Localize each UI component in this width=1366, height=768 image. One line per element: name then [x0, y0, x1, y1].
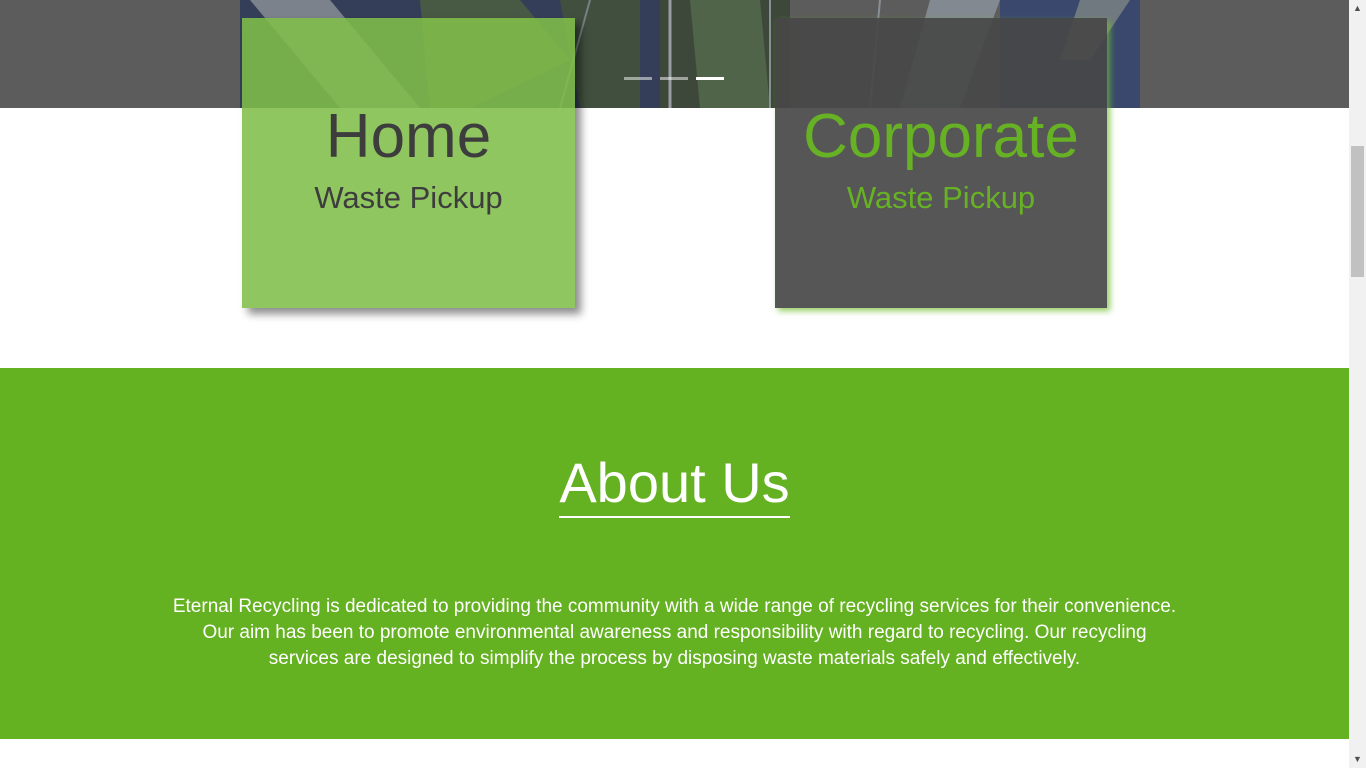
about-description: Eternal Recycling is dedicated to provid… [172, 596, 1177, 670]
card-title: Corporate [803, 102, 1079, 171]
slide-indicator-1[interactable] [624, 77, 652, 80]
triangle-down-icon[interactable]: ▼ [1349, 751, 1366, 768]
page: Home Waste Pickup Corporate Waste Pickup… [0, 0, 1349, 768]
slider-indicators [624, 77, 724, 80]
triangle-up-icon[interactable]: ▲ [1349, 0, 1366, 17]
card-subtitle: Waste Pickup [846, 180, 1036, 215]
slide-indicator-3[interactable] [696, 77, 724, 80]
hero-overlay [0, 0, 1349, 108]
about-heading: About Us [559, 452, 790, 518]
card-subtitle: Waste Pickup [314, 180, 503, 215]
home-waste-pickup-card[interactable]: Home Waste Pickup [242, 18, 575, 308]
vertical-scrollbar[interactable]: ▲ ▼ [1349, 0, 1366, 768]
slide-indicator-2[interactable] [660, 77, 688, 80]
hero-slider[interactable] [0, 0, 1349, 108]
corporate-waste-pickup-card[interactable]: Corporate Waste Pickup [775, 18, 1107, 308]
scrollbar-thumb[interactable] [1351, 146, 1364, 277]
card-title: Home [325, 102, 492, 171]
about-section: About Us Eternal Recycling is dedicated … [0, 368, 1349, 739]
